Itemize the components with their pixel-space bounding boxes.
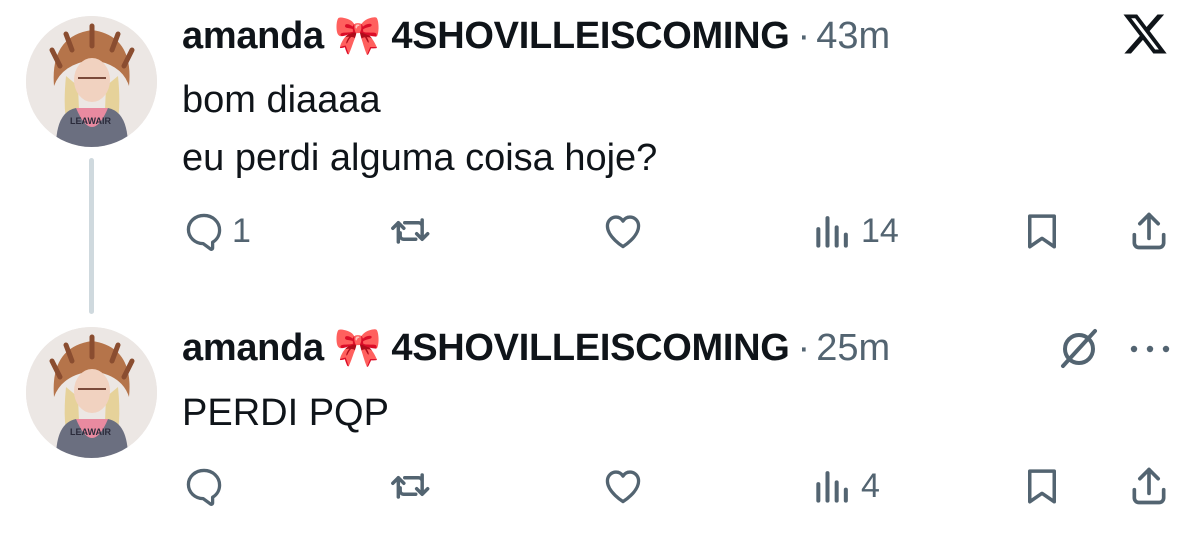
repost-icon — [391, 218, 430, 244]
display-name-text: amanda — [182, 327, 324, 369]
bookmark-button[interactable] — [1021, 209, 1063, 253]
bow-emoji: 🎀 — [334, 327, 382, 369]
display-name-text: amanda — [182, 15, 324, 57]
reply-button[interactable]: 1 — [182, 209, 251, 253]
separator-dot: · — [797, 327, 811, 369]
repost-button[interactable] — [389, 209, 437, 253]
display-name-suffix: 4SHOVILLEISCOMING — [391, 15, 790, 57]
heart-icon — [605, 215, 641, 249]
share-button[interactable] — [1127, 209, 1171, 253]
avatar-shirt-text: LEAWAIR — [70, 427, 112, 437]
grok-icon[interactable] — [1055, 324, 1103, 377]
avatar-image: LEAWAIR — [26, 16, 157, 147]
separator-dot: · — [797, 15, 811, 57]
tweet-text: PERDI PQP — [182, 384, 389, 442]
share-button[interactable] — [1127, 464, 1171, 508]
tweet-header: amanda 🎀 4SHOVILLEISCOMING · 25m — [182, 324, 890, 372]
bookmark-button[interactable] — [1021, 464, 1063, 508]
heart-icon — [605, 470, 641, 504]
repost-button[interactable] — [389, 464, 437, 508]
avatar[interactable]: LEAWAIR — [26, 327, 157, 458]
view-count: 4 — [861, 466, 880, 505]
display-name-suffix: 4SHOVILLEISCOMING — [391, 327, 790, 369]
like-button[interactable] — [600, 209, 646, 253]
reply-button[interactable] — [182, 464, 232, 508]
reply-count: 1 — [232, 211, 251, 250]
views-button[interactable]: 14 — [811, 209, 899, 253]
display-name[interactable]: amanda 🎀 4SHOVILLEISCOMING — [182, 324, 790, 372]
like-button[interactable] — [600, 464, 646, 508]
share-icon — [1132, 212, 1166, 250]
timestamp[interactable]: 25m — [816, 324, 890, 372]
display-name[interactable]: amanda 🎀 4SHOVILLEISCOMING — [182, 12, 790, 60]
avatar-image: LEAWAIR — [26, 327, 157, 458]
views-icon — [816, 471, 848, 503]
more-icon[interactable] — [1128, 342, 1172, 360]
views-icon — [816, 216, 848, 248]
view-count: 14 — [861, 211, 899, 250]
views-button[interactable]: 4 — [811, 464, 880, 508]
avatar-shirt-text: LEAWAIR — [70, 116, 112, 126]
share-icon — [1132, 467, 1166, 505]
repost-icon — [391, 473, 430, 499]
reply-icon — [186, 213, 222, 251]
x-logo-icon[interactable] — [1121, 10, 1169, 63]
bow-emoji: 🎀 — [334, 15, 382, 57]
bookmark-icon — [1028, 469, 1056, 504]
tweet-text: bom diaaaa eu perdi alguma coisa hoje? — [182, 71, 657, 187]
tweet-header: amanda 🎀 4SHOVILLEISCOMING · 43m — [182, 12, 890, 60]
tweet-text-line: eu perdi alguma coisa hoje? — [182, 137, 658, 179]
reply-icon — [186, 468, 222, 506]
tweet-text-line: bom diaaaa — [182, 79, 381, 121]
avatar[interactable]: LEAWAIR — [26, 16, 157, 147]
bookmark-icon — [1028, 214, 1056, 249]
tweet-text-line: PERDI PQP — [182, 392, 389, 434]
timestamp[interactable]: 43m — [816, 12, 890, 60]
thread-connector-line — [89, 158, 94, 314]
